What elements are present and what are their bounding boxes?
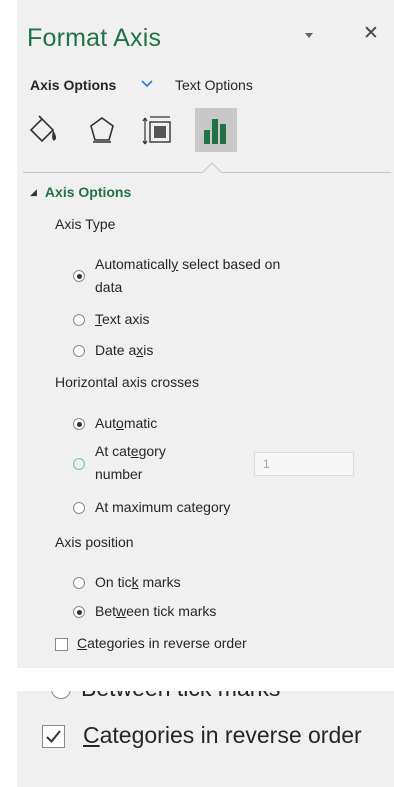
tab-axis-options[interactable]: Axis Options: [30, 77, 116, 93]
pane-title: Format Axis: [27, 24, 162, 52]
radio-text-axis[interactable]: [73, 314, 85, 326]
radio-date-axis[interactable]: [73, 345, 85, 357]
radio-at-category-label-line2[interactable]: number: [95, 466, 142, 482]
reverse-order-checkbox[interactable]: [55, 638, 68, 651]
radio-automatic[interactable]: [73, 418, 85, 430]
category-number-input[interactable]: 1: [254, 452, 354, 476]
section-axis-options[interactable]: ◢ Axis Options: [30, 184, 131, 200]
reverse-order-label[interactable]: Categories in reverse order: [77, 635, 247, 651]
radio-at-maximum-label[interactable]: At maximum category: [95, 499, 230, 515]
fill-line-icon[interactable]: [23, 108, 65, 152]
radio-at-category-label[interactable]: At category: [95, 443, 166, 459]
axis-options-icon[interactable]: [195, 108, 237, 152]
axis-type-label: Axis Type: [55, 216, 116, 232]
radio-on-tick-marks[interactable]: [73, 577, 85, 589]
radio-at-maximum[interactable]: [73, 502, 85, 514]
radio-date-axis-label[interactable]: Date axis: [95, 342, 153, 358]
size-properties-icon[interactable]: [137, 108, 179, 152]
section-title: Axis Options: [44, 184, 132, 200]
task-pane-options-icon[interactable]: [305, 33, 313, 38]
checkmark-icon: [46, 730, 61, 743]
horizontal-crosses-label: Horizontal axis crosses: [55, 374, 199, 390]
radio-auto-select-label[interactable]: Automatically select based on: [95, 256, 280, 272]
radio-on-tick-marks-label[interactable]: On tick marks: [95, 574, 181, 590]
chevron-down-icon[interactable]: [141, 80, 153, 88]
tab-text-options[interactable]: Text Options: [175, 77, 253, 93]
radio-between-tick-marks-label[interactable]: Between tick marks: [95, 603, 216, 619]
selected-tab-notch: [203, 162, 221, 178]
zoom-cut-text: Between tick marks: [81, 691, 280, 702]
radio-automatic-label[interactable]: Automatic: [95, 415, 157, 431]
format-axis-pane: Format Axis ✕ Axis Options Text Options: [17, 0, 394, 668]
radio-between-tick-marks[interactable]: [73, 606, 85, 618]
collapse-triangle-icon[interactable]: ◢: [30, 187, 37, 197]
radio-auto-select-label-line2[interactable]: data: [95, 279, 122, 295]
zoomed-inset: Between tick marks Categories in reverse…: [17, 691, 394, 787]
close-icon[interactable]: ✕: [363, 24, 379, 44]
zoom-reverse-order-label[interactable]: Categories in reverse order: [83, 722, 362, 749]
zoom-radio-between-cut: [51, 691, 71, 699]
effects-icon[interactable]: [81, 108, 123, 152]
radio-text-axis-label[interactable]: Text axis: [95, 311, 149, 327]
zoom-reverse-order-checkbox[interactable]: [42, 725, 65, 748]
radio-at-category[interactable]: [73, 458, 85, 470]
axis-position-label: Axis position: [55, 534, 134, 550]
radio-auto-select[interactable]: [73, 270, 85, 282]
